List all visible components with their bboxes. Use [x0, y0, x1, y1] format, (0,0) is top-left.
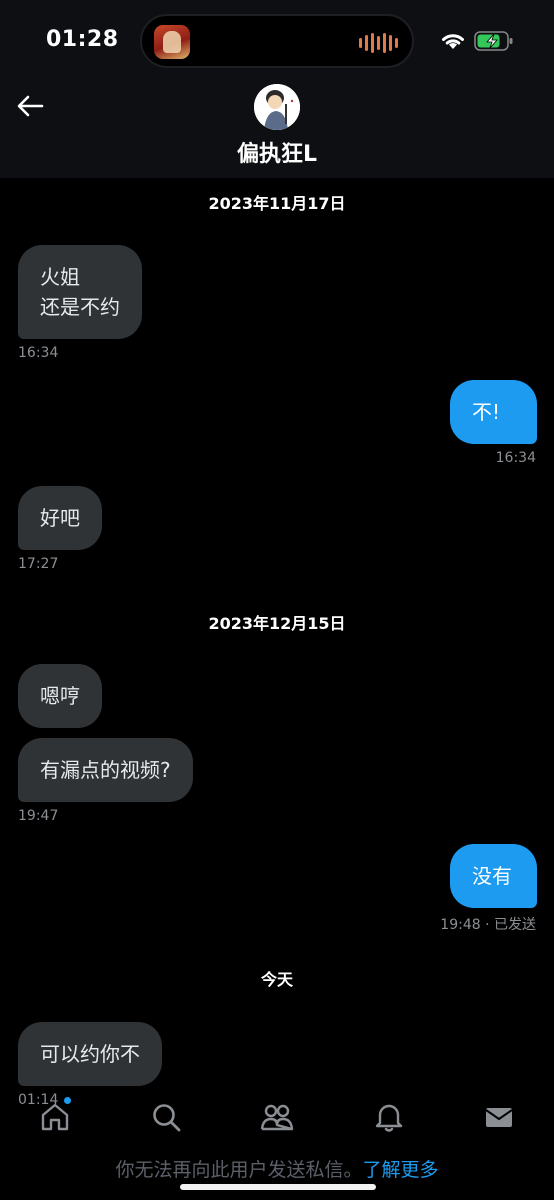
home-icon [41, 1103, 69, 1131]
status-time: 01:28 [46, 27, 119, 52]
message-bubble-incoming[interactable]: 火姐 还是不约 [18, 245, 142, 339]
audio-wave-icon [359, 33, 398, 53]
message-timestamp: 16:34 [18, 345, 59, 361]
message-text: 有漏点的视频? [40, 758, 171, 782]
message-bubble-incoming[interactable]: 有漏点的视频? [18, 738, 193, 802]
live-activity-app-icon [154, 25, 190, 59]
message-line: 还是不约 [40, 295, 120, 319]
date-separator: 今天 [260, 970, 293, 989]
contact-name[interactable]: 偏执狂L [0, 136, 554, 168]
search-icon [153, 1104, 181, 1132]
back-button[interactable] [12, 88, 48, 124]
message-bubble-outgoing[interactable]: 没有 [450, 844, 537, 908]
home-indicator[interactable] [180, 1184, 376, 1190]
unread-indicator [64, 1097, 71, 1104]
message-status: 19:48 · 已发送 [440, 917, 536, 933]
nav-communities[interactable] [260, 1100, 294, 1134]
nav-messages[interactable] [482, 1100, 516, 1134]
nav-notifications[interactable] [372, 1100, 406, 1134]
message-bubble-incoming[interactable]: 可以约你不 [18, 1022, 162, 1086]
message-line: 火姐 [40, 265, 80, 289]
message-bubble-incoming[interactable]: 好吧 [18, 486, 102, 550]
message-text: 不! [472, 400, 501, 424]
dynamic-island [140, 14, 414, 68]
communities-icon [260, 1104, 294, 1131]
bell-icon [375, 1104, 403, 1132]
message-text: 嗯哼 [40, 684, 80, 708]
message-timestamp: 16:34 [495, 450, 536, 466]
message-text: 可以约你不 [40, 1042, 140, 1066]
nav-search[interactable] [149, 1100, 183, 1134]
notice-text: 你无法再向此用户发送私信。 [115, 1159, 363, 1181]
battery-charging-icon [474, 31, 513, 51]
message-timestamp: 17:27 [18, 556, 59, 572]
dm-restricted-notice: 你无法再向此用户发送私信。了解更多 [0, 1155, 554, 1182]
message-text: 没有 [472, 864, 512, 888]
back-arrow-icon [17, 95, 44, 117]
date-separator: 2023年12月15日 [208, 614, 346, 633]
contact-avatar[interactable] [254, 84, 300, 130]
message-timestamp: 19:47 [18, 808, 59, 824]
nav-home[interactable] [38, 1100, 72, 1134]
date-separator: 2023年11月17日 [208, 194, 346, 213]
learn-more-link[interactable]: 了解更多 [363, 1159, 439, 1181]
message-text: 好吧 [40, 506, 80, 530]
mail-icon [485, 1108, 513, 1127]
message-bubble-incoming[interactable]: 嗯哼 [18, 664, 102, 728]
wifi-icon [442, 34, 464, 49]
message-bubble-outgoing[interactable]: 不! [450, 380, 537, 444]
